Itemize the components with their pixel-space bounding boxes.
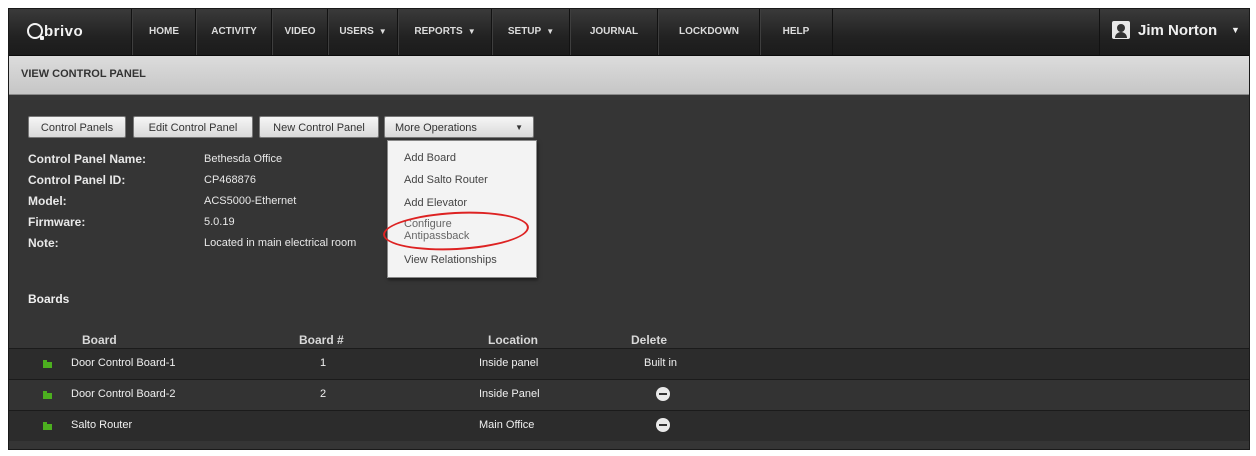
more-operations-label: More Operations xyxy=(395,122,477,134)
board-icon xyxy=(43,391,52,399)
column-header-board: Board xyxy=(82,333,117,347)
table-row[interactable]: Salto Router Main Office xyxy=(9,410,1249,441)
chevron-down-icon: ▼ xyxy=(378,27,387,36)
cell-delete: Built in xyxy=(644,357,678,369)
cell-board-number: 2 xyxy=(320,388,327,400)
cell-board: Door Control Board-1 xyxy=(71,357,176,369)
detail-value-note: Located in main electrical room xyxy=(204,237,357,249)
column-header-board-number: Board # xyxy=(299,333,344,347)
table-row[interactable]: Door Control Board-2 2 Inside Panel xyxy=(9,379,1249,410)
menu-item-view-relationships[interactable]: View Relationships xyxy=(404,254,497,266)
nav-help[interactable]: HELP xyxy=(759,9,833,55)
user-avatar-icon xyxy=(1112,21,1130,39)
nav-lockdown-label: LOCKDOWN xyxy=(679,26,739,37)
chevron-down-icon: ▼ xyxy=(546,27,555,36)
control-panels-button[interactable]: Control Panels xyxy=(28,116,126,138)
new-control-panel-button[interactable]: New Control Panel xyxy=(259,116,379,138)
page-title: VIEW CONTROL PANEL xyxy=(21,68,146,80)
logo-mark-icon xyxy=(27,23,44,40)
logo-text: brivo xyxy=(44,23,84,40)
menu-item-add-salto-router[interactable]: Add Salto Router xyxy=(404,174,488,186)
nav-video-label: VIDEO xyxy=(284,26,316,37)
detail-value-id: CP468876 xyxy=(204,174,256,186)
detail-value-firmware: 5.0.19 xyxy=(204,216,235,228)
board-icon xyxy=(43,360,52,368)
cell-board: Door Control Board-2 xyxy=(71,388,176,400)
nav-activity[interactable]: ACTIVITY xyxy=(195,9,272,55)
chevron-down-icon: ▼ xyxy=(467,27,476,36)
router-icon xyxy=(43,422,52,430)
cell-location: Inside panel xyxy=(479,357,539,369)
table-row[interactable]: Door Control Board-1 1 Inside panel Buil… xyxy=(9,348,1249,379)
top-nav: brivo HOME ACTIVITY VIDEO USERS ▼ REPORTS… xyxy=(9,9,1249,56)
nav-setup-label: SETUP xyxy=(507,26,542,37)
detail-label-model: Model: xyxy=(28,194,67,208)
detail-value-model: ACS5000-Ethernet xyxy=(204,195,297,207)
nav-users-label: USERS xyxy=(339,26,374,37)
cell-location: Main Office xyxy=(479,419,535,431)
detail-value-name: Bethesda Office xyxy=(204,153,283,165)
chevron-down-icon: ▼ xyxy=(515,123,523,132)
delete-icon[interactable] xyxy=(656,387,670,401)
menu-item-add-board[interactable]: Add Board xyxy=(404,152,456,164)
user-name: Jim Norton xyxy=(1138,22,1218,39)
cell-location: Inside Panel xyxy=(479,388,540,400)
delete-icon[interactable] xyxy=(656,418,670,432)
cell-board-number: 1 xyxy=(320,357,327,369)
cell-board: Salto Router xyxy=(71,419,133,431)
boards-heading: Boards xyxy=(28,292,70,306)
brivo-logo[interactable]: brivo xyxy=(9,9,131,55)
nav-home-label: HOME xyxy=(149,26,179,37)
nav-reports[interactable]: REPORTS ▼ xyxy=(397,9,492,55)
column-header-delete: Delete xyxy=(631,333,668,347)
nav-home[interactable]: HOME xyxy=(131,9,196,55)
detail-label-name: Control Panel Name: xyxy=(28,152,147,166)
edit-control-panel-button[interactable]: Edit Control Panel xyxy=(133,116,253,138)
detail-label-firmware: Firmware: xyxy=(28,215,86,229)
nav-lockdown[interactable]: LOCKDOWN xyxy=(657,9,760,55)
menu-item-add-elevator[interactable]: Add Elevator xyxy=(404,197,467,209)
more-operations-menu: Add Board Add Salto Router Add Elevator … xyxy=(387,140,537,278)
nav-help-label: HELP xyxy=(782,26,810,37)
user-menu[interactable]: Jim Norton ▼ xyxy=(1099,9,1249,55)
more-operations-dropdown[interactable]: More Operations ▼ xyxy=(384,116,534,138)
nav-journal[interactable]: JOURNAL xyxy=(569,9,658,55)
app-frame: brivo HOME ACTIVITY VIDEO USERS ▼ REPORTS… xyxy=(8,8,1250,450)
nav-reports-label: REPORTS xyxy=(414,26,463,37)
page-header: VIEW CONTROL PANEL xyxy=(9,56,1249,95)
column-header-location: Location xyxy=(488,333,538,347)
chevron-down-icon: ▼ xyxy=(1231,25,1240,35)
nav-setup[interactable]: SETUP ▼ xyxy=(491,9,570,55)
nav-activity-label: ACTIVITY xyxy=(211,26,257,37)
detail-label-note: Note: xyxy=(28,236,59,250)
nav-journal-label: JOURNAL xyxy=(589,26,639,37)
detail-label-id: Control Panel ID: xyxy=(28,173,126,187)
nav-users[interactable]: USERS ▼ xyxy=(327,9,398,55)
nav-video[interactable]: VIDEO xyxy=(271,9,328,55)
